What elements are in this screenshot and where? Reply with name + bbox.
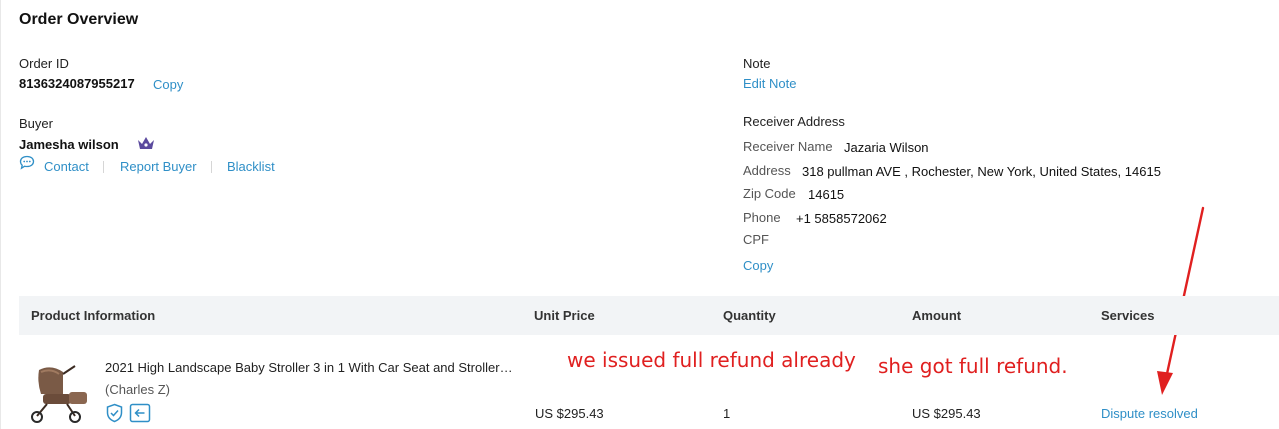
crown-icon — [137, 136, 155, 155]
product-thumbnail[interactable] — [29, 362, 95, 429]
copy-order-id-link[interactable]: Copy — [153, 77, 183, 92]
receiver-name-label: Receiver Name — [743, 139, 833, 154]
column-unit-price: Unit Price — [534, 308, 595, 323]
note-label: Note — [743, 56, 771, 71]
address-value: 318 pullman AVE , Rochester, New York, U… — [802, 164, 1161, 179]
amount-value: US $295.43 — [912, 406, 981, 421]
zip-code-label: Zip Code — [743, 186, 796, 201]
page-title: Order Overview — [19, 11, 139, 28]
order-overview-panel: Order Overview Order ID 8136324087955217… — [0, 0, 1279, 429]
divider — [103, 161, 104, 173]
annotation-full-refund: she got full refund. — [878, 354, 1068, 378]
divider — [211, 161, 212, 173]
quantity-value: 1 — [723, 406, 731, 421]
product-table-header: Product Information Unit Price Quantity … — [19, 296, 1279, 335]
edit-note-link[interactable]: Edit Note — [743, 76, 796, 91]
phone-label: Phone — [743, 210, 781, 225]
receiver-name-value: Jazaria Wilson — [844, 140, 929, 155]
product-variant: (Charles Z) — [105, 382, 171, 397]
return-icon — [129, 403, 151, 428]
shield-check-icon — [105, 403, 124, 428]
column-amount: Amount — [912, 308, 962, 323]
order-id-label: Order ID — [19, 56, 69, 71]
report-buyer-link[interactable]: Report Buyer — [120, 159, 197, 174]
product-name-link[interactable]: 2021 High Landscape Baby Stroller 3 in 1… — [105, 360, 515, 375]
buyer-name: Jamesha wilson — [19, 137, 119, 152]
zip-code-value: 14615 — [808, 187, 845, 202]
receiver-address-heading: Receiver Address — [743, 114, 845, 129]
address-label: Address — [743, 163, 791, 178]
annotation-refund-issued: we issued full refund already — [567, 348, 856, 372]
phone-value: +1 5858572062 — [796, 211, 887, 226]
unit-price-value: US $295.43 — [535, 406, 604, 421]
cpf-label: CPF — [743, 232, 769, 247]
chat-bubble-icon[interactable] — [19, 155, 35, 175]
column-services: Services — [1101, 308, 1155, 323]
buyer-label: Buyer — [19, 116, 53, 131]
column-quantity: Quantity — [723, 308, 776, 323]
order-id-value: 8136324087955217 — [19, 76, 135, 91]
copy-address-link[interactable]: Copy — [743, 258, 773, 273]
contact-buyer-link[interactable]: Contact — [44, 159, 89, 174]
dispute-resolved-link[interactable]: Dispute resolved — [1101, 406, 1198, 421]
column-product-information: Product Information — [31, 308, 156, 323]
blacklist-link[interactable]: Blacklist — [227, 159, 275, 174]
